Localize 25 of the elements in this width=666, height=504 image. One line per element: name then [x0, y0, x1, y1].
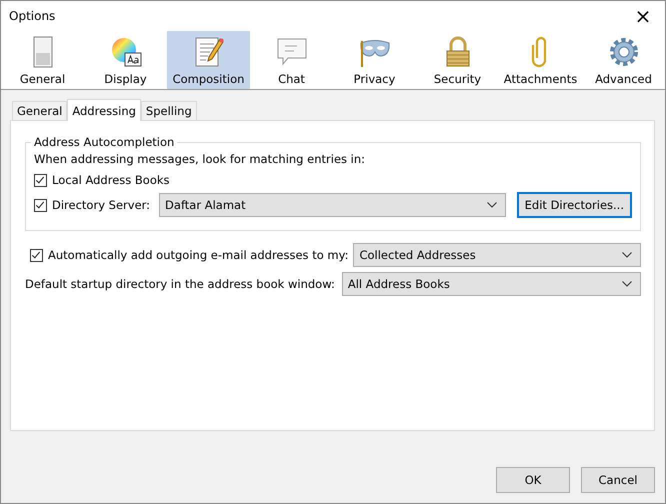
toolbar-tab[interactable]: Advanced — [582, 31, 665, 89]
tab[interactable]: General — [12, 101, 68, 120]
group-title: Address Autocompletion — [33, 135, 176, 149]
close-button[interactable]: × — [621, 1, 665, 31]
ok-button[interactable]: OK — [496, 467, 570, 493]
checkbox-label[interactable]: Automatically add outgoing e-mail addresses to my: — [48, 248, 348, 262]
dropdown[interactable]: All Address Books — [342, 272, 641, 296]
toolbar-tab[interactable]: Security — [416, 31, 499, 89]
toolbar-tab[interactable]: Privacy — [333, 31, 416, 89]
edit-directories-button[interactable]: Edit Directories... — [516, 192, 632, 218]
window-title: Options — [9, 9, 56, 23]
tab[interactable]: Spelling — [140, 101, 197, 120]
checkbox-label[interactable]: Directory Server: — [52, 198, 150, 212]
field-label: Default startup directory in the address book window: — [25, 277, 335, 291]
tab[interactable]: Addressing — [67, 99, 141, 121]
checkbox-label[interactable]: Local Address Books — [52, 173, 170, 187]
dropdown[interactable]: Daftar Alamat — [159, 193, 506, 217]
toolbar-tab[interactable]: General — [1, 31, 84, 89]
toolbar-tab[interactable]: Display — [84, 31, 167, 89]
intro-text: When addressing messages, look for matching entries in: — [34, 152, 366, 166]
cancel-button[interactable]: Cancel — [581, 467, 655, 493]
dropdown[interactable]: Collected Addresses — [353, 243, 641, 267]
toolbar-tab[interactable]: Attachments — [499, 31, 582, 89]
toolbar-tab[interactable]: Chat — [250, 31, 333, 89]
toolbar-tab[interactable]: Composition — [167, 31, 250, 89]
